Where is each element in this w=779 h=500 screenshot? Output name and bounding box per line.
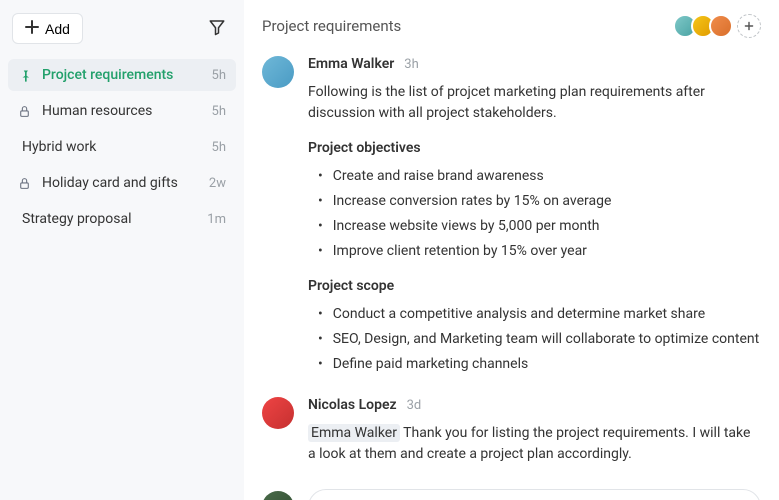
post-header: Nicolas Lopez 3d [308, 397, 761, 413]
add-button[interactable]: Add [12, 13, 83, 44]
sidebar-item-label: Human resources [42, 103, 204, 119]
page-title: Project requirements [262, 17, 401, 35]
post-body: Nicolas Lopez 3d Emma Walker Thank you f… [308, 397, 761, 465]
avatar[interactable] [262, 397, 294, 429]
sidebar-item-hybrid-work[interactable]: Hybrid work 5h [8, 131, 236, 163]
list-item: Improve client retention by 15% over yea… [312, 241, 761, 262]
comment-input[interactable] [308, 489, 761, 500]
sidebar-item-project-requirements[interactable]: Projcet requirements 5h [8, 59, 236, 91]
post-author: Nicolas Lopez [308, 397, 397, 413]
list-item: Define paid marketing channels [312, 354, 761, 375]
sidebar-item-time: 5h [212, 68, 226, 83]
post-text: Emma Walker Thank you for listing the pr… [308, 423, 761, 465]
sidebar-item-human-resources[interactable]: Human resources 5h [8, 95, 236, 127]
list-item: Increase website views by 5,000 per mont… [312, 216, 761, 237]
sidebar-item-label: Strategy proposal [22, 211, 199, 227]
post-time: 3d [407, 398, 422, 413]
filter-icon [208, 18, 226, 39]
sidebar-item-time: 1m [207, 212, 226, 227]
main-panel: Project requirements Emma Walker 3h Foll… [244, 0, 779, 500]
section-title: Project objectives [308, 140, 761, 156]
sidebar-toolbar: Add [8, 12, 236, 55]
sidebar: Add Projcet requirements 5h Human resour… [0, 0, 244, 500]
sidebar-item-label: Projcet requirements [42, 67, 204, 83]
thread: Emma Walker 3h Following is the list of … [262, 56, 761, 500]
post: Nicolas Lopez 3d Emma Walker Thank you f… [262, 397, 761, 465]
add-member-button[interactable] [737, 14, 761, 38]
lock-icon [18, 105, 34, 118]
pin-icon [18, 68, 34, 82]
post-header: Emma Walker 3h [308, 56, 761, 72]
sidebar-item-time: 2w [209, 176, 226, 191]
plus-icon [25, 20, 39, 37]
add-button-label: Add [45, 21, 70, 37]
sidebar-item-label: Holiday card and gifts [42, 175, 201, 191]
post-body: Emma Walker 3h Following is the list of … [308, 56, 761, 375]
composer [262, 489, 761, 500]
avatar[interactable] [262, 491, 294, 500]
filter-button[interactable] [202, 12, 232, 45]
list-item: Increase conversion rates by 15% on aver… [312, 191, 761, 212]
list-item: Conduct a competitive analysis and deter… [312, 304, 761, 325]
sidebar-item-time: 5h [212, 104, 226, 119]
list-item: Create and raise brand awareness [312, 166, 761, 187]
sidebar-item-holiday-card[interactable]: Holiday card and gifts 2w [8, 167, 236, 199]
objectives-list: Create and raise brand awareness Increas… [308, 166, 761, 262]
post: Emma Walker 3h Following is the list of … [262, 56, 761, 375]
member-avatars [679, 14, 761, 38]
post-text: Following is the list of projcet marketi… [308, 82, 761, 124]
lock-icon [18, 177, 34, 190]
list-item: SEO, Design, and Marketing team will col… [312, 329, 761, 350]
scope-list: Conduct a competitive analysis and deter… [308, 304, 761, 375]
sidebar-item-label: Hybrid work [22, 139, 204, 155]
post-time: 3h [404, 57, 418, 72]
post-author: Emma Walker [308, 56, 394, 72]
sidebar-item-strategy-proposal[interactable]: Strategy proposal 1m [8, 203, 236, 235]
avatar[interactable] [262, 56, 294, 88]
section-title: Project scope [308, 278, 761, 294]
mention[interactable]: Emma Walker [308, 424, 400, 442]
sidebar-item-time: 5h [212, 140, 226, 155]
avatar[interactable] [709, 14, 733, 38]
plus-icon [744, 19, 754, 34]
main-header: Project requirements [262, 14, 761, 38]
